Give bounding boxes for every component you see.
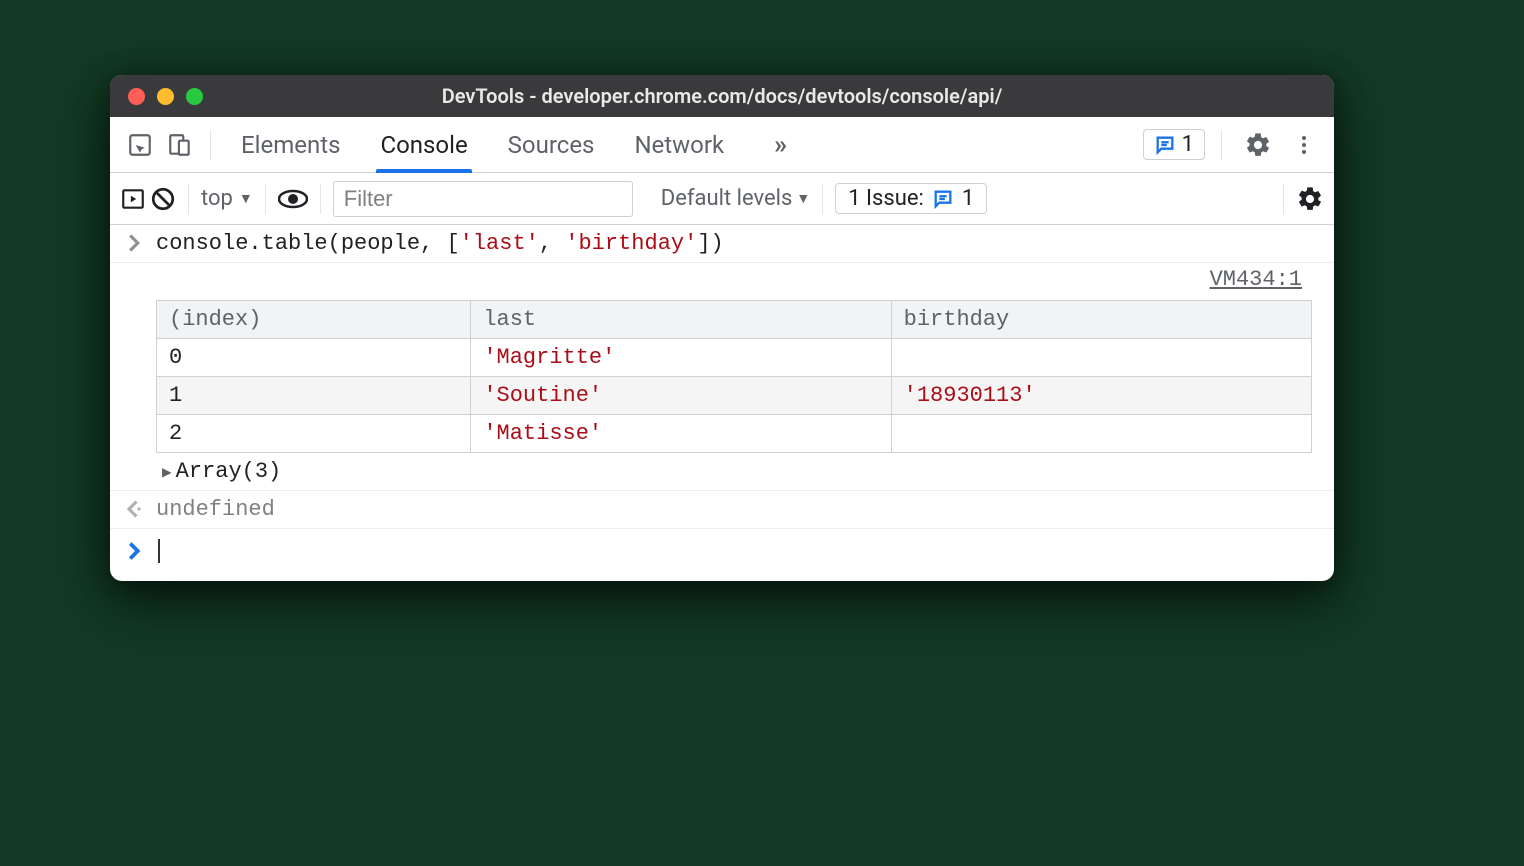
filter-input[interactable] [333, 181, 633, 217]
top-issues-count: 1 [1182, 132, 1194, 157]
chat-icon [1154, 134, 1176, 156]
issues-label: 1 Issue: [848, 186, 924, 211]
console-table: (index) last birthday 0 'Magritte' 1 [156, 300, 1312, 453]
return-chevron-icon [122, 497, 146, 519]
table-row[interactable]: 0 'Magritte' [157, 339, 1312, 377]
titlebar: DevTools - developer.chrome.com/docs/dev… [110, 75, 1334, 117]
text-caret [158, 539, 160, 563]
console-toolbar: top ▼ Default levels ▼ 1 Issue: [110, 173, 1334, 225]
th-last[interactable]: last [471, 301, 891, 339]
prompt-chevron-icon [122, 539, 146, 561]
disclosure-triangle-icon: ▶ [162, 462, 172, 482]
console-body: console.table(people, ['last', 'birthday… [110, 225, 1334, 581]
input-chevron-icon [122, 231, 146, 253]
execution-context-selector[interactable]: top ▼ [201, 186, 253, 211]
window-controls [128, 88, 203, 105]
levels-label: Default levels [661, 186, 793, 211]
panel-tabs: Elements Console Sources Network » [221, 117, 817, 172]
tab-sources[interactable]: Sources [508, 117, 595, 172]
top-issues-badge[interactable]: 1 [1143, 129, 1205, 160]
table-row[interactable]: 1 'Soutine' '18930113' [157, 377, 1312, 415]
tab-elements[interactable]: Elements [241, 117, 340, 172]
chat-icon [932, 188, 954, 210]
minimize-window-button[interactable] [157, 88, 174, 105]
console-prompt-row[interactable] [110, 529, 1334, 581]
more-tabs-icon[interactable]: » [764, 130, 797, 160]
array-summary: Array(3) [176, 459, 282, 484]
console-input-row: console.table(people, ['last', 'birthday… [110, 225, 1334, 263]
issues-count: 1 [962, 186, 974, 211]
inspect-element-icon[interactable] [120, 125, 160, 165]
log-levels-selector[interactable]: Default levels ▼ [661, 186, 810, 211]
console-output-row: VM434:1 (index) last birthday 0 'Magritt… [110, 263, 1334, 491]
kebab-menu-icon[interactable] [1284, 125, 1324, 165]
array-disclosure[interactable]: ▶ Array(3) [156, 459, 1322, 484]
dropdown-triangle-icon: ▼ [239, 190, 253, 207]
return-value: undefined [156, 497, 275, 522]
dropdown-triangle-icon: ▼ [796, 190, 810, 207]
window-title: DevTools - developer.chrome.com/docs/dev… [124, 84, 1320, 108]
console-return-row: undefined [110, 491, 1334, 529]
device-toolbar-icon[interactable] [160, 125, 200, 165]
tab-console[interactable]: Console [380, 117, 467, 172]
table-row[interactable]: 2 'Matisse' [157, 415, 1312, 453]
settings-icon[interactable] [1238, 125, 1278, 165]
zoom-window-button[interactable] [186, 88, 203, 105]
context-label: top [201, 186, 233, 211]
main-tabstrip: Elements Console Sources Network » 1 [110, 117, 1334, 173]
source-link[interactable]: VM434:1 [156, 263, 1322, 296]
toggle-sidebar-icon[interactable] [120, 186, 146, 212]
devtools-window: DevTools - developer.chrome.com/docs/dev… [110, 75, 1334, 581]
clear-console-icon[interactable] [150, 186, 176, 212]
issues-pill[interactable]: 1 Issue: 1 [835, 183, 987, 214]
live-expression-icon[interactable] [278, 189, 308, 209]
command-text[interactable]: console.table(people, ['last', 'birthday… [156, 231, 724, 256]
console-settings-icon[interactable] [1296, 185, 1324, 213]
tab-network[interactable]: Network [634, 117, 724, 172]
th-birthday[interactable]: birthday [891, 301, 1311, 339]
close-window-button[interactable] [128, 88, 145, 105]
th-index[interactable]: (index) [157, 301, 471, 339]
